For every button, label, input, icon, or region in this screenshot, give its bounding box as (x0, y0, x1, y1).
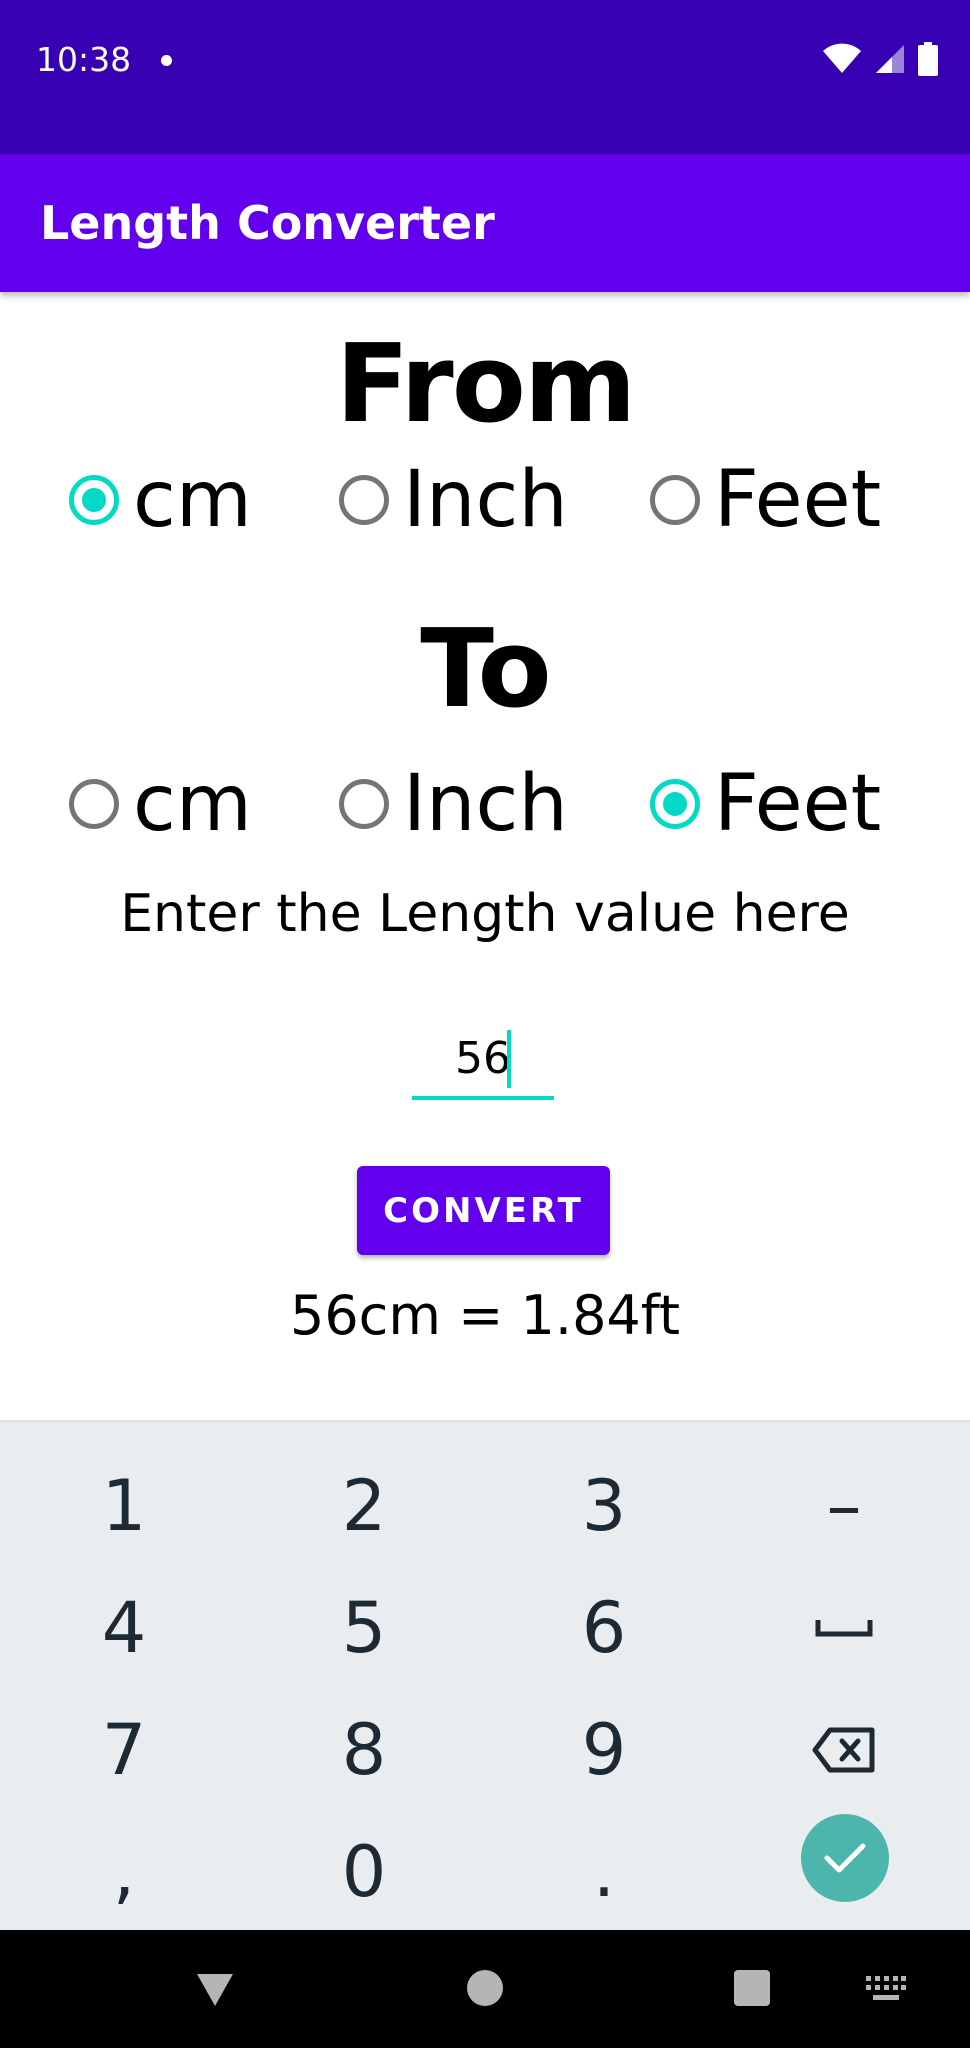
radio-unchecked-icon[interactable] (69, 779, 119, 829)
to-radio-inch[interactable]: Inch (339, 759, 568, 849)
key-2[interactable]: 2 (249, 1446, 479, 1566)
to-radio-inch-label: Inch (403, 759, 568, 849)
key-1[interactable]: 1 (9, 1446, 239, 1566)
key-period[interactable]: . (489, 1812, 719, 1932)
app-bar: Length Converter (0, 154, 970, 292)
key-4[interactable]: 4 (9, 1568, 239, 1688)
conversion-result: 56cm = 1.84ft (289, 1284, 681, 1347)
from-heading: From (335, 322, 637, 447)
radio-unchecked-icon[interactable] (339, 475, 389, 525)
key-0[interactable]: 0 (249, 1812, 479, 1932)
key-space[interactable] (729, 1568, 959, 1688)
home-icon[interactable] (467, 1970, 503, 2006)
from-radio-cm[interactable]: cm (69, 455, 252, 545)
wifi-icon (823, 43, 861, 73)
radio-unchecked-icon[interactable] (339, 779, 389, 829)
from-radio-inch[interactable]: Inch (339, 455, 568, 545)
back-icon[interactable] (195, 1972, 235, 2008)
app-title: Length Converter (40, 196, 495, 250)
numeric-keyboard: 1 2 3 – 4 5 6 7 8 9 , 0 . (0, 1420, 970, 1930)
notification-dot-icon (161, 55, 172, 66)
space-icon (815, 1620, 873, 1637)
from-radio-inch-label: Inch (403, 455, 568, 545)
recents-icon[interactable] (734, 1970, 770, 2006)
key-3[interactable]: 3 (489, 1446, 719, 1566)
checkmark-icon (824, 1843, 866, 1873)
radio-checked-icon[interactable] (69, 475, 119, 525)
done-key[interactable] (801, 1814, 889, 1902)
to-radio-feet[interactable]: Feet (650, 759, 881, 849)
key-minus[interactable]: – (729, 1446, 959, 1566)
from-radio-feet-label: Feet (714, 455, 882, 545)
from-unit-radio-group: cm Inch Feet (0, 455, 970, 545)
text-cursor (507, 1030, 511, 1088)
status-icons (822, 42, 938, 76)
from-radio-feet[interactable]: Feet (650, 455, 881, 545)
navigation-bar (0, 1930, 970, 2048)
backspace-icon (812, 1727, 875, 1773)
key-7[interactable]: 7 (9, 1690, 239, 1810)
signal-icon (876, 45, 904, 73)
length-input[interactable] (412, 1020, 554, 1100)
keyboard-switch-icon[interactable] (866, 1976, 906, 2002)
to-radio-cm-label: cm (133, 759, 252, 849)
to-heading: To (420, 607, 552, 732)
from-radio-cm-label: cm (133, 455, 252, 545)
convert-button[interactable]: CONVERT (357, 1166, 610, 1255)
key-comma[interactable]: , (9, 1812, 239, 1932)
key-6[interactable]: 6 (489, 1568, 719, 1688)
key-backspace[interactable] (729, 1690, 959, 1810)
key-5[interactable]: 5 (249, 1568, 479, 1688)
key-9[interactable]: 9 (489, 1690, 719, 1810)
to-unit-radio-group: cm Inch Feet (0, 759, 970, 849)
radio-unchecked-icon[interactable] (650, 475, 700, 525)
key-8[interactable]: 8 (249, 1690, 479, 1810)
battery-icon (918, 42, 938, 76)
status-time: 10:38 (36, 40, 132, 79)
radio-checked-icon[interactable] (650, 779, 700, 829)
to-radio-feet-label: Feet (714, 759, 882, 849)
status-bar: 10:38 (0, 0, 970, 154)
to-radio-cm[interactable]: cm (69, 759, 252, 849)
input-prompt-label: Enter the Length value here (120, 884, 850, 944)
